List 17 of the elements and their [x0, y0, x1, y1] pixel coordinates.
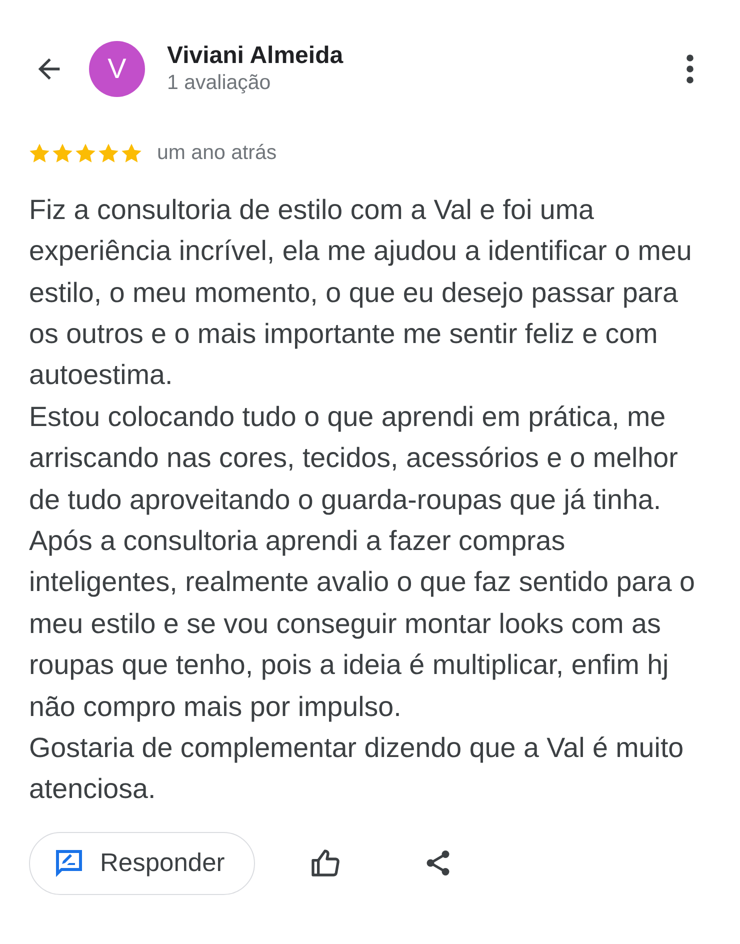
star-icon	[120, 142, 143, 165]
star-icon	[97, 142, 120, 165]
avatar: V	[89, 41, 145, 97]
review-paragraph: Fiz a consultoria de estilo com a Val e foi uma experiência incrível, ela me ajudou a identificar o meu estilo, o meu momento, o que eu desejo passar para os outros e o mais importante me sentir feliz e com autoestima.	[29, 192, 693, 392]
star-icon	[28, 142, 51, 165]
review-count: 1 avaliação	[167, 70, 272, 96]
reviewer-name: Viviani Almeida	[167, 42, 344, 70]
review-paragraph: Estou colocando tudo o que aprendi em prática, me arriscando nas cores, tecidos, acessórios e o melhor de tudo aproveitando o guarda-roupas que já tinha.	[29, 400, 679, 517]
thumbs-up-icon	[309, 847, 341, 880]
review-paragraph: Gostaria de complementar dizendo que a Val é muito atenciosa.	[29, 731, 685, 806]
star-icon	[51, 142, 74, 165]
star-icon	[74, 142, 97, 165]
reply-edit-icon	[54, 848, 84, 878]
review-paragraph: Após a consultoria aprendi a fazer compras inteligentes, realmente avalio o que faz sentido para o meu estilo e se vou conseguir montar looks com as roupas que tenho, pois a ideia é multiplicar, enfim hj não compro mais por impulso.	[29, 524, 696, 724]
review-time: um ano atrás	[157, 140, 277, 166]
more-vertical-icon	[686, 54, 694, 84]
reply-button[interactable]: Responder	[29, 832, 255, 895]
